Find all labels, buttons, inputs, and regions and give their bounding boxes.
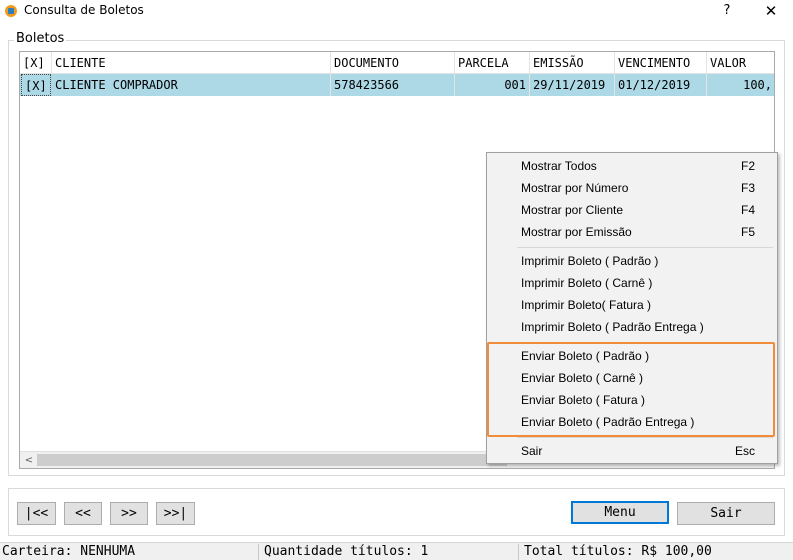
menu-item-label: Mostrar por Cliente xyxy=(521,203,624,217)
status-quantidade: Quantidade títulos: 1 xyxy=(264,544,429,559)
scroll-thumb[interactable] xyxy=(37,454,507,466)
column-header-documento[interactable]: DOCUMENTO xyxy=(331,52,455,74)
menu-item-imprimir-padrao[interactable]: Imprimir Boleto ( Padrão ) xyxy=(487,250,777,272)
menu-item-shortcut: Esc xyxy=(734,444,755,458)
cell-parcela: 001 xyxy=(455,74,530,96)
menu-item-shortcut: F2 xyxy=(740,159,755,173)
close-button[interactable]: ✕ xyxy=(758,0,784,22)
column-header-vencimento[interactable]: VENCIMENTO xyxy=(615,52,707,74)
last-record-button[interactable]: >>| xyxy=(156,502,195,525)
menu-button[interactable]: Menu xyxy=(571,501,669,524)
status-divider xyxy=(518,544,519,560)
menu-separator xyxy=(517,437,773,438)
menu-item-label: Imprimir Boleto ( Padrão ) xyxy=(521,254,659,268)
row-check[interactable]: [X] xyxy=(21,74,51,96)
menu-item-imprimir-carne[interactable]: Imprimir Boleto ( Carnê ) xyxy=(487,272,777,294)
menu-item-imprimir-padrao-entrega[interactable]: Imprimir Boleto ( Padrão Entrega ) xyxy=(487,316,777,338)
status-total: Total títulos: R$ 100,00 xyxy=(524,544,712,559)
navigation-panel: |<< << >> >>| Menu Sair xyxy=(8,488,785,536)
column-header-valor[interactable]: VALOR xyxy=(707,52,774,74)
scroll-left-arrow-icon[interactable]: < xyxy=(22,452,36,468)
highlight-annotation xyxy=(487,342,775,437)
status-bar: Carteira: NENHUMA Quantidade títulos: 1 … xyxy=(0,542,793,560)
menu-item-shortcut: F3 xyxy=(740,181,755,195)
menu-item-label: Imprimir Boleto ( Padrão Entrega ) xyxy=(521,320,704,334)
next-record-button[interactable]: >> xyxy=(110,502,148,525)
table-row[interactable]: [X] CLIENTE COMPRADOR 578423566 001 29/1… xyxy=(20,74,774,96)
cell-cliente: CLIENTE COMPRADOR xyxy=(52,74,331,96)
menu-item-sair[interactable]: Sair Esc xyxy=(487,440,777,462)
window-title: Consulta de Boletos xyxy=(24,3,144,17)
menu-item-label: Mostrar Todos xyxy=(521,159,597,173)
exit-button[interactable]: Sair xyxy=(677,502,775,525)
cell-valor: 100, xyxy=(707,74,774,96)
cell-emissao: 29/11/2019 xyxy=(530,74,615,96)
menu-item-label: Imprimir Boleto ( Carnê ) xyxy=(521,276,653,290)
column-header-check[interactable]: [X] xyxy=(20,52,52,74)
context-menu: Mostrar Todos F2 Mostrar por Número F3 M… xyxy=(486,152,778,464)
status-divider xyxy=(258,544,259,560)
menu-item-mostrar-por-numero[interactable]: Mostrar por Número F3 xyxy=(487,177,777,199)
cell-documento: 578423566 xyxy=(331,74,455,96)
menu-item-label: Mostrar por Número xyxy=(521,181,629,195)
menu-item-mostrar-por-cliente[interactable]: Mostrar por Cliente F4 xyxy=(487,199,777,221)
status-carteira: Carteira: NENHUMA xyxy=(2,544,136,559)
column-header-cliente[interactable]: CLIENTE xyxy=(52,52,331,74)
help-button[interactable]: ? xyxy=(716,0,738,22)
app-icon xyxy=(5,5,17,17)
column-header-parcela[interactable]: PARCELA xyxy=(455,52,530,74)
menu-item-shortcut: F4 xyxy=(740,203,755,217)
menu-item-label: Mostrar por Emissão xyxy=(521,225,632,239)
menu-item-mostrar-por-emissao[interactable]: Mostrar por Emissão F5 xyxy=(487,221,777,243)
menu-separator xyxy=(517,247,773,248)
menu-item-imprimir-fatura[interactable]: Imprimir Boleto( Fatura ) xyxy=(487,294,777,316)
menu-item-label: Imprimir Boleto( Fatura ) xyxy=(521,298,652,312)
previous-record-button[interactable]: << xyxy=(64,502,102,525)
group-title: Boletos xyxy=(14,31,67,46)
menu-item-mostrar-todos[interactable]: Mostrar Todos F2 xyxy=(487,155,777,177)
column-header-emissao[interactable]: EMISSÃO xyxy=(530,52,615,74)
first-record-button[interactable]: |<< xyxy=(17,502,56,525)
grid-header: [X] CLIENTE DOCUMENTO PARCELA EMISSÃO VE… xyxy=(20,52,774,74)
menu-item-shortcut: F5 xyxy=(740,225,755,239)
title-bar: Consulta de Boletos ? ✕ xyxy=(0,0,793,28)
cell-vencimento: 01/12/2019 xyxy=(615,74,707,96)
menu-item-label: Sair xyxy=(521,444,543,458)
